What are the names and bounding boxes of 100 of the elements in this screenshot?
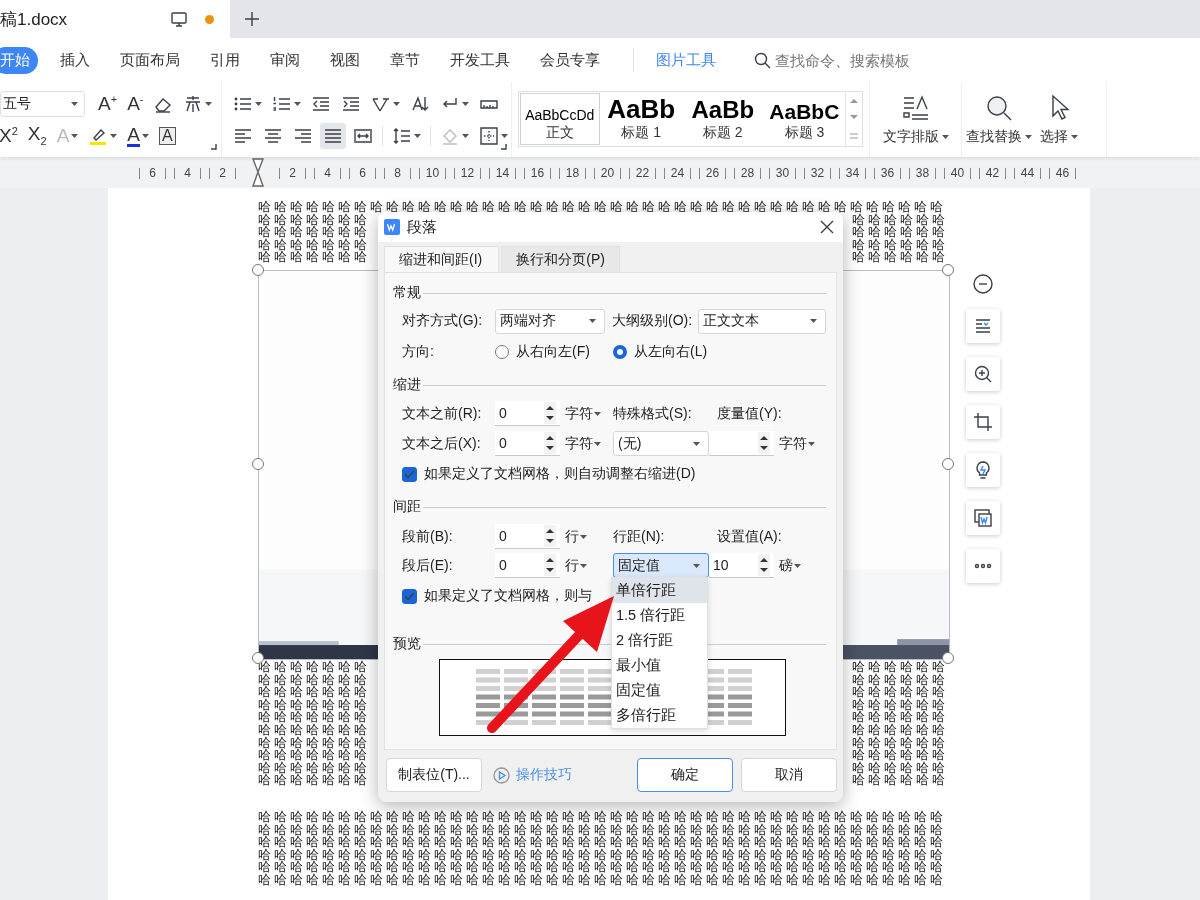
body-text: 哈哈哈哈哈哈 bbox=[852, 251, 948, 264]
caret-icon bbox=[71, 133, 79, 138]
unit-dropdown[interactable]: 字符 bbox=[565, 434, 613, 453]
close-button[interactable] bbox=[819, 219, 835, 235]
body-text: 哈哈哈哈哈哈哈 bbox=[258, 660, 370, 674]
spin-field[interactable]: 0 bbox=[495, 431, 560, 456]
font-color-button[interactable]: A bbox=[124, 122, 152, 149]
document-tab[interactable]: 稿1.docx bbox=[0, 0, 230, 38]
menu-tab[interactable]: 会员专享 bbox=[532, 46, 608, 74]
menu-option[interactable]: 多倍行距 bbox=[612, 703, 707, 728]
spin-field[interactable]: 0 bbox=[495, 553, 560, 578]
minus-circle-icon bbox=[973, 274, 993, 294]
ruler-number: 40 bbox=[940, 165, 975, 180]
subscript-button[interactable]: X$_{2}$ bbox=[24, 122, 50, 149]
select-button[interactable]: 选择 bbox=[1036, 91, 1082, 148]
shrink-font-button[interactable]: A$^{-}$ bbox=[124, 90, 147, 117]
unit-dropdown[interactable]: 行 bbox=[565, 556, 613, 575]
style-name: 标题 3 bbox=[784, 123, 825, 142]
body-text: 哈哈哈哈哈哈 bbox=[852, 686, 948, 699]
ruler-number: 36 bbox=[870, 165, 905, 180]
radio-button[interactable] bbox=[613, 345, 627, 359]
dropdown[interactable]: (无) bbox=[613, 431, 709, 456]
caret-icon bbox=[594, 441, 601, 446]
checkbox[interactable] bbox=[402, 588, 417, 604]
superscript-button[interactable]: X$^{2}$ bbox=[0, 122, 21, 149]
spin-field[interactable]: 0 bbox=[495, 401, 560, 426]
scroll-up-icon bbox=[850, 97, 859, 103]
menu-option[interactable]: 最小值 bbox=[612, 653, 707, 678]
ruler-number: 46 bbox=[1045, 165, 1080, 180]
field-label: 设置值(A): bbox=[717, 527, 783, 546]
spinner-icon bbox=[544, 525, 556, 547]
section-heading: 预览 bbox=[393, 635, 421, 653]
unit-dropdown[interactable]: 字符 bbox=[565, 404, 613, 423]
field-label: 段前(B): bbox=[402, 527, 454, 546]
menu-tab[interactable]: 引用 bbox=[202, 46, 248, 74]
menu-option[interactable]: 1.5 倍行距 bbox=[612, 603, 707, 628]
cancel-button[interactable]: 取消 bbox=[741, 758, 837, 792]
spin-field[interactable]: 10 bbox=[709, 553, 774, 578]
search-icon bbox=[984, 93, 1014, 123]
find-replace-button[interactable]: 查找替换 bbox=[962, 91, 1036, 148]
launcher-icon bbox=[211, 144, 217, 150]
body-text: 哈哈哈哈哈哈 bbox=[852, 213, 948, 227]
font-size-dropdown[interactable]: 五号 bbox=[0, 90, 85, 117]
ok-button[interactable]: 确定 bbox=[637, 758, 733, 792]
image-button[interactable] bbox=[966, 501, 1000, 535]
menu-option[interactable]: 2 倍行距 bbox=[612, 628, 707, 653]
menu-tab[interactable]: 插入 bbox=[52, 46, 98, 74]
style-option[interactable]: AaBb 标题 1 bbox=[601, 92, 682, 145]
field-label: 方向: bbox=[402, 343, 435, 361]
tab-stops-button[interactable]: 制表位(T)... bbox=[386, 758, 482, 792]
field-label: 对齐方式(G): bbox=[402, 312, 484, 330]
resize-handle[interactable] bbox=[942, 263, 954, 276]
crop-button[interactable] bbox=[966, 405, 1000, 439]
spin-field[interactable] bbox=[709, 431, 774, 456]
search-icon bbox=[754, 51, 771, 69]
unit-dropdown[interactable]: 行 bbox=[565, 527, 613, 546]
dropdown[interactable]: 固定值 bbox=[613, 553, 709, 578]
dialog-tab[interactable]: 缩进和间距(I) bbox=[384, 246, 500, 272]
context-tab[interactable]: 图片工具 bbox=[648, 46, 724, 74]
more-button[interactable] bbox=[966, 549, 1000, 583]
menu-option[interactable]: 单倍行距 bbox=[612, 578, 707, 603]
ruler-number: 2 bbox=[275, 165, 310, 180]
style-option[interactable]: AaBb 标题 2 bbox=[683, 92, 763, 145]
radio-button[interactable] bbox=[495, 345, 509, 359]
collapse-button[interactable] bbox=[973, 274, 993, 294]
menu-tab[interactable]: 开始 bbox=[0, 46, 38, 74]
menu-tab[interactable]: 审阅 bbox=[262, 46, 308, 74]
resize-handle[interactable] bbox=[252, 263, 264, 276]
idea-button[interactable] bbox=[966, 453, 1000, 487]
menu-tab[interactable]: 视图 bbox=[322, 46, 368, 74]
wrap-text-button[interactable] bbox=[966, 309, 1000, 343]
body-text: 哈哈哈哈哈哈 bbox=[852, 673, 948, 687]
unit-dropdown[interactable]: 磅 bbox=[779, 556, 827, 575]
body-text: 哈哈哈哈哈哈哈 bbox=[258, 673, 370, 687]
body-text: 哈哈哈哈哈哈 bbox=[852, 238, 948, 252]
style-option[interactable]: AaBbCcDd 正文 bbox=[520, 92, 600, 145]
dropdown[interactable]: 两端对齐 bbox=[495, 308, 605, 334]
spin-field[interactable]: 0 bbox=[495, 524, 560, 549]
resize-handle[interactable] bbox=[252, 457, 264, 470]
dropdown[interactable]: 正文文本 bbox=[698, 308, 826, 334]
lightbulb-icon bbox=[973, 460, 993, 480]
checkbox[interactable] bbox=[402, 466, 417, 482]
justify-button[interactable] bbox=[320, 122, 346, 149]
check-icon bbox=[404, 469, 415, 479]
new-tab-button[interactable] bbox=[242, 9, 262, 29]
zoom-in-button[interactable] bbox=[966, 357, 1000, 391]
search-field[interactable]: 查找命令、搜索模板 bbox=[754, 51, 925, 69]
menu-tab[interactable]: 页面布局 bbox=[112, 46, 188, 74]
body-text: 哈哈哈哈哈哈哈 bbox=[258, 711, 370, 724]
text-layout-button[interactable]: 文字排版 bbox=[878, 91, 953, 148]
caret-icon bbox=[393, 101, 400, 106]
caret-icon bbox=[808, 441, 815, 446]
style-option[interactable]: AaBbC 标题 3 bbox=[764, 92, 845, 145]
menu-option[interactable]: 固定值 bbox=[612, 678, 707, 703]
ruler-number: 32 bbox=[800, 165, 835, 180]
unit-dropdown[interactable]: 字符 bbox=[779, 434, 827, 453]
menu-tab[interactable]: 章节 bbox=[382, 46, 428, 74]
menu-tab[interactable]: 开发工具 bbox=[442, 46, 518, 74]
grow-font-button[interactable]: A$^{+}$ bbox=[95, 90, 121, 117]
dialog-tab[interactable]: 换行和分页(P) bbox=[501, 246, 620, 272]
